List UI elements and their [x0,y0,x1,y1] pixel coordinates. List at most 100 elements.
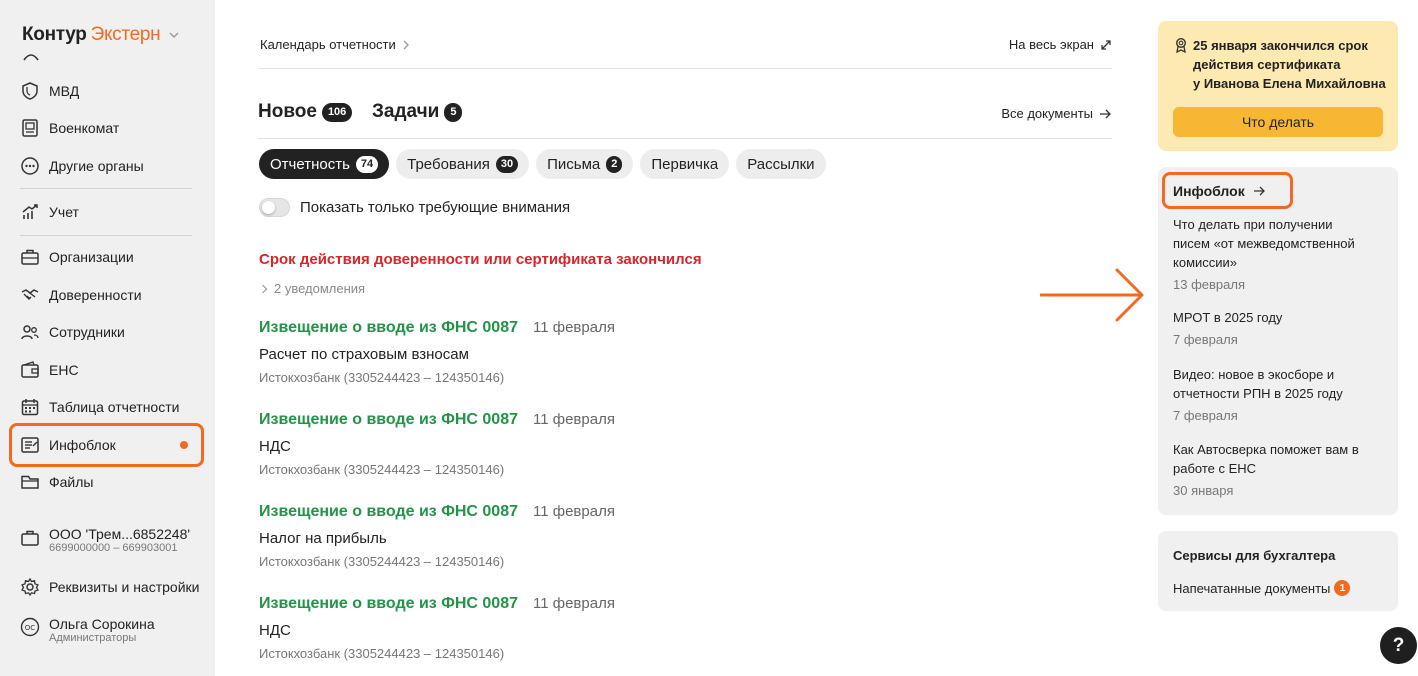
user-avatar-icon: ОС [20,617,40,637]
entry-document: Налог на прибыль [259,530,387,547]
cert-line: 25 января закончился срок [1193,38,1368,53]
sidebar-item-voenkomat[interactable]: Военкомат [20,113,119,143]
entry-document: НДС [259,438,291,455]
expired-alert-title: Срок действия доверенности или сертифика… [259,251,702,268]
notifications-expander[interactable]: 2 уведомления [261,281,365,296]
chip-label: Рассылки [747,155,815,173]
org-switcher[interactable]: ООО 'Трем...6852248' 6699000000 – 669903… [20,526,190,554]
user-profile[interactable]: ОС Ольга Сорокина Администраторы [20,616,155,644]
folder-icon [21,475,39,489]
certificate-warning-text: 25 января закончился срок действия серти… [1193,36,1386,93]
sidebar-item-other-bodies[interactable]: Другие органы [20,151,144,181]
org-name: ООО 'Трем...6852248' [49,526,191,542]
divider [20,235,192,236]
logo-kontur: Контур [22,24,87,45]
printed-documents-link[interactable]: Напечатанные документы 1 [1173,580,1351,596]
entry-title[interactable]: Извещение о вводе из ФНС 0087 [259,411,518,429]
sidebar-item-label: ЕНС [49,362,79,378]
org-ids: 6699000000 – 669903001 [49,542,178,554]
help-button[interactable]: ? [1380,627,1417,664]
wallet-icon [21,361,39,378]
people-icon [21,325,39,340]
infoblock-item-text: Что делать при получении писем «от межве… [1173,217,1355,270]
document-entry[interactable]: Извещение о вводе из ФНС 0087 11 февраля… [259,595,615,661]
logo-extern: Экстерн [90,24,161,45]
infoblock-item[interactable]: Что делать при получении писем «от межве… [1173,215,1373,294]
sidebar-item-files[interactable]: Файлы [20,467,93,497]
entry-org: Истокхозбанк (3305244423 – 124350146) [259,462,505,477]
tab-tasks[interactable]: Задачи 5 [372,101,463,123]
certificate-warning-card: 25 января закончился срок действия серти… [1158,21,1398,151]
sidebar-item-label: Инфоблок [49,437,116,453]
news-icon [21,437,39,453]
services-card: Сервисы для бухгалтера Напечатанные доку… [1158,531,1398,611]
arrow-right-icon [1253,186,1265,196]
entry-org: Истокхозбанк (3305244423 – 124350146) [259,554,505,569]
document-entry[interactable]: Извещение о вводе из ФНС 0087 11 февраля… [259,503,615,569]
sidebar-item-label: Доверенности [49,287,142,303]
infoblock-item-text: МРОТ в 2025 году [1173,310,1283,325]
all-documents-label: Все документы [1001,106,1093,121]
infoblock-item[interactable]: Видео: новое в экосборе и отчетности РПН… [1173,365,1373,425]
document-entry[interactable]: Извещение о вводе из ФНС 0087 11 февраля… [259,319,615,385]
chip-count: 30 [495,155,519,173]
user-name: Ольга Сорокина [49,616,155,632]
sidebar-item-label: Организации [49,249,134,265]
tab-bar: Новое 106 Задачи 5 Все документы [258,101,1112,139]
entry-title[interactable]: Извещение о вводе из ФНС 0087 [259,595,518,613]
unread-dot [180,441,188,449]
infoblock-title: Инфоблок [1173,183,1245,199]
infoblock-item-date: 13 февраля [1173,277,1245,292]
sidebar-item-label: Файлы [49,474,94,490]
infoblock-item[interactable]: Как Автосверка поможет вам в работе с ЕН… [1173,440,1373,500]
chip-label: Первичка [651,155,719,173]
sidebar-item-mvd[interactable]: МВД [20,76,79,106]
fullscreen-button[interactable]: На весь экран [1009,37,1112,52]
sidebar-item-organizations[interactable]: Организации [20,242,134,272]
sidebar-item-label: Сотрудники [49,324,125,340]
settings-link[interactable]: Реквизиты и настройки [20,572,199,602]
chevron-right-icon [403,40,409,49]
chip-primary-docs[interactable]: Первичка [640,149,730,179]
entry-title[interactable]: Извещение о вводе из ФНС 0087 [259,319,518,337]
chip-mailings[interactable]: Рассылки [736,149,826,179]
product-switcher[interactable]: Контур Экстерн [22,24,180,46]
entry-date: 11 февраля [533,595,615,612]
infoblock-item-date: 7 февраля [1173,332,1238,347]
chip-label: Отчетность [270,155,350,173]
handshake-icon [21,289,39,300]
cert-line: действия сертификата [1193,57,1341,72]
shield-icon [22,82,38,100]
settings-label: Реквизиты и настройки [49,579,200,595]
attention-filter: Показать только требующие внимания [259,198,570,217]
entry-org: Истокхозбанк (3305244423 – 124350146) [259,370,505,385]
entry-date: 11 февраля [533,503,615,520]
chip-requirements[interactable]: Требования 30 [396,149,530,179]
breadcrumb[interactable]: Календарь отчетности [260,37,410,52]
count-badge: 106 [321,102,353,122]
fullscreen-label: На весь экран [1008,37,1094,52]
chip-letters[interactable]: Письма 2 [536,149,634,179]
sidebar-item-ens[interactable]: ЕНС [20,355,79,385]
what-to-do-button[interactable]: Что делать [1173,107,1383,137]
infoblock-item[interactable]: МРОТ в 2025 году 7 февраля [1173,308,1373,349]
sidebar-item-doverennosti[interactable]: Доверенности [20,280,142,310]
infoblock-item-text: Видео: новое в экосборе и отчетности РПН… [1173,367,1343,401]
infoblock-card: Инфоблок Что делать при получении писем … [1158,167,1398,515]
sidebar-item-reporting-table[interactable]: Таблица отчетности [20,392,179,422]
sidebar-item-infoblock[interactable]: Инфоблок [20,430,116,460]
attention-toggle[interactable] [259,198,290,217]
infoblock-item-text: Как Автосверка поможет вам в работе с ЕН… [1173,442,1359,476]
infoblock-title-link[interactable]: Инфоблок [1173,183,1266,199]
all-documents-link[interactable]: Все документы [1001,106,1112,121]
infoblock-item-date: 7 февраля [1173,408,1238,423]
chip-count: 2 [606,155,623,173]
document-entry[interactable]: Извещение о вводе из ФНС 0087 11 февраля… [259,411,615,477]
entry-org: Истокхозбанк (3305244423 – 124350146) [259,646,505,661]
chip-reporting[interactable]: Отчетность 74 [259,149,390,179]
sidebar-item-uchet[interactable]: Учет [20,197,79,227]
entry-document: Расчет по страховым взносам [259,346,469,363]
entry-title[interactable]: Извещение о вводе из ФНС 0087 [259,503,518,521]
tab-new[interactable]: Новое 106 [258,101,353,123]
sidebar-item-employees[interactable]: Сотрудники [20,317,125,347]
